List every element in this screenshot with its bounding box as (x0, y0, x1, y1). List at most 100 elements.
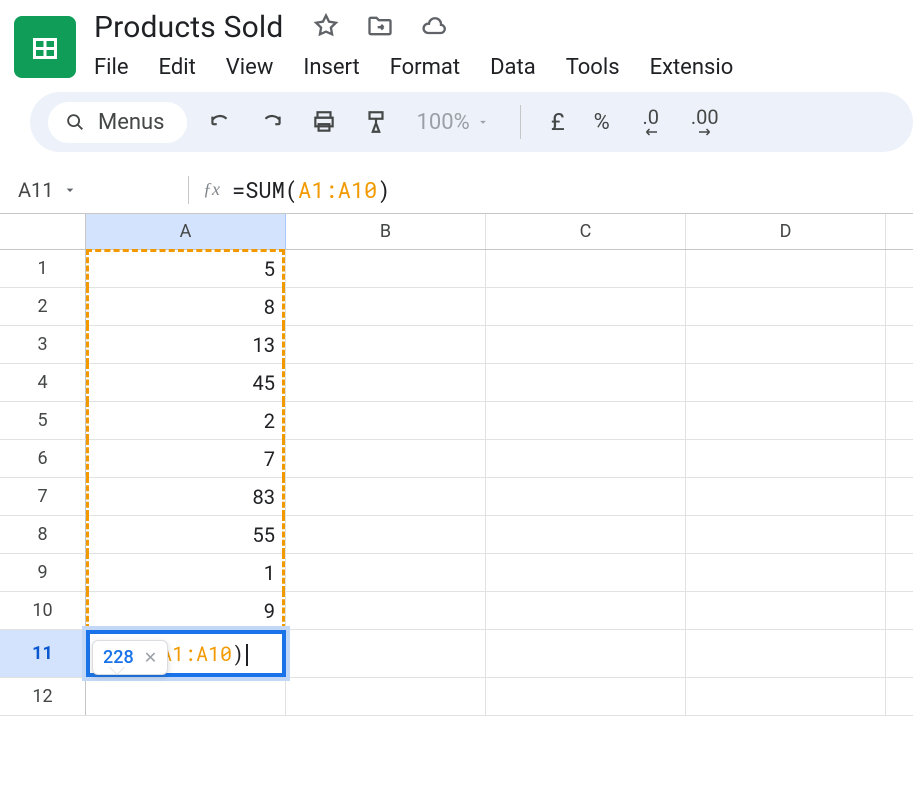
cell[interactable] (486, 516, 686, 553)
row-header[interactable]: 8 (0, 516, 86, 553)
cell[interactable] (686, 516, 886, 553)
cell[interactable]: 8 (86, 288, 286, 325)
cell[interactable] (486, 288, 686, 325)
row-header[interactable]: 5 (0, 402, 86, 439)
cell[interactable] (286, 678, 486, 715)
row-header[interactable]: 9 (0, 554, 86, 591)
menu-view[interactable]: View (226, 55, 274, 80)
menus-label: Menus (98, 110, 165, 135)
cell[interactable] (686, 440, 886, 477)
cell[interactable]: 5 (86, 250, 286, 287)
percent-button[interactable]: % (587, 110, 617, 135)
cell[interactable] (686, 630, 886, 677)
paint-format-button[interactable] (357, 103, 395, 141)
column-header-c[interactable]: C (486, 214, 686, 249)
redo-button[interactable] (253, 103, 291, 141)
cell[interactable] (286, 364, 486, 401)
menu-insert[interactable]: Insert (303, 55, 359, 80)
column-header-d[interactable]: D (686, 214, 886, 249)
cell[interactable] (686, 678, 886, 715)
cell[interactable] (486, 326, 686, 363)
chevron-down-icon (476, 115, 490, 129)
select-all-corner[interactable] (0, 214, 86, 249)
cell[interactable]: 55 (86, 516, 286, 553)
row-header[interactable]: 12 (0, 678, 86, 715)
cell[interactable] (86, 678, 286, 715)
cell[interactable]: 1 (86, 554, 286, 591)
star-icon[interactable] (312, 12, 340, 44)
cell[interactable]: 7 (86, 440, 286, 477)
move-folder-icon[interactable] (366, 12, 394, 44)
cell[interactable] (286, 326, 486, 363)
cell[interactable]: 9 (86, 592, 286, 629)
column-headers: A B C D (0, 214, 913, 250)
decrease-decimal-button[interactable]: .0 (631, 107, 671, 137)
row-header[interactable]: 7 (0, 478, 86, 515)
sheets-app-icon[interactable] (14, 16, 76, 78)
cell[interactable]: 13 (86, 326, 286, 363)
cell[interactable]: 45 (86, 364, 286, 401)
row-header[interactable]: 3 (0, 326, 86, 363)
cell[interactable] (486, 630, 686, 677)
increase-decimal-button[interactable]: .00 (685, 107, 725, 137)
formula-bar: A11 ƒx =SUM(A1:A10) (0, 166, 913, 214)
increase-decimal-label: .00 (691, 107, 719, 127)
cell[interactable] (486, 364, 686, 401)
close-icon[interactable]: ✕ (144, 648, 157, 667)
toolbar-divider (520, 105, 521, 139)
cell[interactable] (686, 364, 886, 401)
zoom-select[interactable]: 100% (409, 110, 498, 135)
decrease-decimal-label: .0 (642, 107, 659, 127)
cell[interactable] (686, 250, 886, 287)
cell[interactable]: 83 (86, 478, 286, 515)
cell[interactable] (686, 288, 886, 325)
menu-file[interactable]: File (94, 55, 129, 80)
document-title[interactable]: Products Sold (94, 10, 284, 45)
formula-input[interactable]: =SUM(A1:A10) (232, 175, 390, 204)
table-row: 783 (0, 478, 913, 516)
row-header[interactable]: 11 (0, 630, 86, 677)
cell[interactable]: 2 (86, 402, 286, 439)
cell[interactable] (286, 440, 486, 477)
cell[interactable] (486, 440, 686, 477)
cell[interactable] (686, 478, 886, 515)
cell[interactable] (286, 250, 486, 287)
menus-search[interactable]: Menus (48, 102, 187, 143)
formula-suffix: ) (377, 175, 390, 204)
column-header-a[interactable]: A (86, 214, 286, 249)
row-header[interactable]: 10 (0, 592, 86, 629)
menu-edit[interactable]: Edit (159, 55, 196, 80)
menu-tools[interactable]: Tools (566, 55, 620, 80)
menu-data[interactable]: Data (490, 55, 536, 80)
cell[interactable] (486, 678, 686, 715)
cell[interactable] (486, 250, 686, 287)
cell[interactable] (686, 592, 886, 629)
print-button[interactable] (305, 103, 343, 141)
cell[interactable] (286, 554, 486, 591)
menu-format[interactable]: Format (390, 55, 460, 80)
cloud-status-icon[interactable] (420, 12, 448, 44)
cell[interactable] (286, 288, 486, 325)
cell[interactable] (686, 554, 886, 591)
cell[interactable] (286, 516, 486, 553)
menu-extensions[interactable]: Extensio (650, 55, 734, 80)
currency-button[interactable]: £ (543, 108, 573, 136)
cell[interactable] (486, 592, 686, 629)
row-header[interactable]: 1 (0, 250, 86, 287)
undo-button[interactable] (201, 103, 239, 141)
row-header[interactable]: 6 (0, 440, 86, 477)
row-header[interactable]: 4 (0, 364, 86, 401)
cell[interactable] (286, 592, 486, 629)
cell[interactable] (686, 402, 886, 439)
cell[interactable] (286, 402, 486, 439)
cell[interactable] (486, 402, 686, 439)
name-box[interactable]: A11 (18, 178, 188, 202)
cell[interactable] (486, 554, 686, 591)
cell[interactable] (286, 478, 486, 515)
cell[interactable] (686, 326, 886, 363)
row-header[interactable]: 2 (0, 288, 86, 325)
formula-range: A1:A10 (298, 175, 377, 204)
cell[interactable] (486, 478, 686, 515)
column-header-b[interactable]: B (286, 214, 486, 249)
cell[interactable] (286, 630, 486, 677)
